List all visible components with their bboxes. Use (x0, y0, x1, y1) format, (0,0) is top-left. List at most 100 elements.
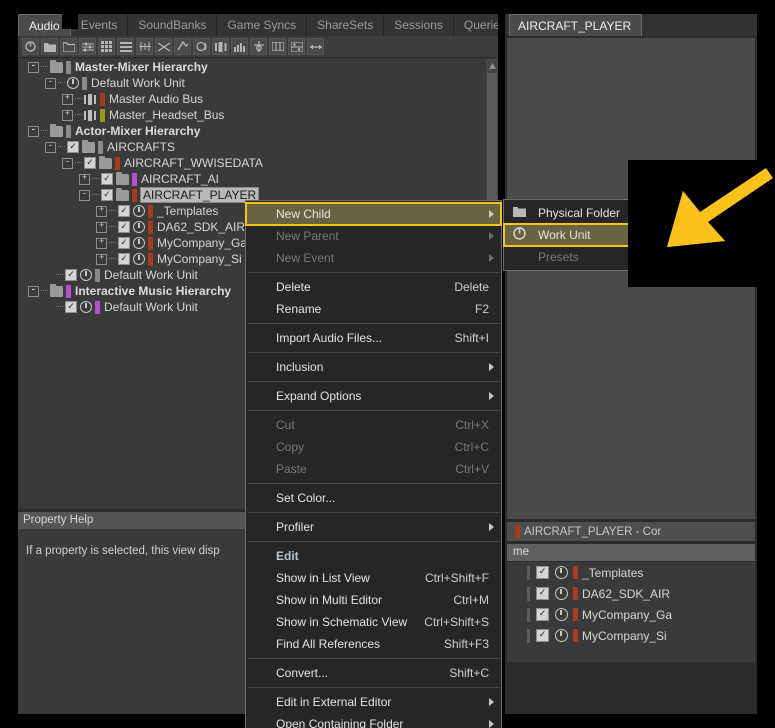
new-music-segment-icon[interactable] (269, 38, 286, 55)
contents-row-checkbox[interactable]: ✓ (536, 629, 549, 642)
tab-events[interactable]: Events (70, 14, 129, 36)
menu-item-delete[interactable]: Delete Delete (246, 276, 501, 298)
expand-icon[interactable]: + (62, 93, 73, 105)
contents-row-label: MyCompany_Ga (582, 607, 673, 622)
work-unit-icon (513, 227, 526, 243)
tree-row-checkbox[interactable]: ✓ (118, 237, 130, 249)
new-folder-icon[interactable] (41, 38, 58, 55)
tree-row-label: Default Work Unit (104, 268, 198, 282)
menu-item-convert[interactable]: Convert... Shift+C (246, 662, 501, 684)
menu-item-open-containing-folder[interactable]: Open Containing Folder (246, 713, 501, 728)
collapse-icon[interactable]: - (45, 77, 56, 89)
tree-row[interactable]: + Master Audio Bus (20, 91, 486, 107)
new-aux-bus-icon[interactable] (231, 38, 248, 55)
tree-row-checkbox[interactable]: ✓ (84, 157, 96, 169)
submenu-arrow-icon (489, 210, 494, 218)
menu-separator (248, 410, 499, 411)
contents-row[interactable]: ✓ MyCompany_Ga (507, 604, 755, 625)
tree-row-label: Master_Headset_Bus (109, 108, 225, 122)
new-work-unit-icon[interactable] (22, 38, 39, 55)
contents-row-checkbox[interactable]: ✓ (536, 566, 549, 579)
menu-item-find-all-references[interactable]: Find All References Shift+F3 (246, 633, 501, 655)
menu-item-inclusion[interactable]: Inclusion (246, 356, 501, 378)
new-blend-container-icon[interactable] (98, 38, 115, 55)
contents-row-checkbox[interactable]: ✓ (536, 587, 549, 600)
menu-item-expand-options[interactable]: Expand Options (246, 385, 501, 407)
expand-icon[interactable]: + (96, 253, 107, 265)
tree-row[interactable]: + ✓ AIRCRAFT_AI (20, 171, 486, 187)
tree-row-checkbox[interactable]: ✓ (65, 269, 77, 281)
new-sequence-container-icon[interactable] (155, 38, 172, 55)
menu-item-shortcut: F2 (474, 302, 489, 316)
tree-row-checkbox[interactable]: ✓ (65, 301, 77, 313)
contents-row[interactable]: ✓ _Templates (507, 562, 755, 583)
color-swatch (100, 108, 105, 122)
tree-row[interactable]: - Default Work Unit (20, 75, 486, 91)
tree-row[interactable]: - ✓ AIRCRAFT_WWISEDATA (20, 155, 486, 171)
tab-game-syncs[interactable]: Game Syncs (217, 14, 308, 36)
tree-row[interactable]: - ✓ AIRCRAFTS (20, 139, 486, 155)
menu-item-show-in-list-view[interactable]: Show in List View Ctrl+Shift+F (246, 567, 501, 589)
new-random-container-icon[interactable] (117, 38, 134, 55)
contents-row-checkbox[interactable]: ✓ (536, 608, 549, 621)
menu-item-edit[interactable]: Edit (246, 545, 501, 567)
new-motion-bus-icon[interactable] (250, 38, 267, 55)
expand-icon[interactable]: + (96, 237, 107, 249)
tab-sessions[interactable]: Sessions (384, 14, 454, 36)
menu-item-show-in-multi-editor[interactable]: Show in Multi Editor Ctrl+M (246, 589, 501, 611)
menu-separator (248, 541, 499, 542)
expand-icon[interactable]: + (62, 109, 73, 121)
new-virtual-folder-icon[interactable] (60, 38, 77, 55)
property-help-text: If a property is selected, this view dis… (26, 545, 220, 557)
contents-row[interactable]: ✓ DA62_SDK_AIR (507, 583, 755, 604)
menu-item-profiler[interactable]: Profiler (246, 516, 501, 538)
collapse-icon[interactable]: - (79, 189, 90, 201)
collapse-icon[interactable]: - (28, 125, 39, 137)
new-audio-bus-icon[interactable] (212, 38, 229, 55)
new-sound-sfx-icon[interactable] (174, 38, 191, 55)
tab-aircraft-player[interactable]: AIRCRAFT_PLAYER (509, 14, 643, 36)
color-swatch (573, 587, 578, 600)
new-music-track-icon[interactable] (288, 38, 305, 55)
tree-row[interactable]: - Master-Mixer Hierarchy (20, 59, 486, 75)
new-music-switch-icon[interactable] (307, 38, 324, 55)
tab-soundbanks[interactable]: SoundBanks (128, 14, 218, 36)
contents-list[interactable]: ✓ _Templates ✓ DA62_SDK_AIR ✓ MyCompany_Ga ✓ My… (507, 562, 755, 662)
menu-item-show-in-schematic-view[interactable]: Show in Schematic View Ctrl+Shift+S (246, 611, 501, 633)
menu-item-set-color[interactable]: Set Color... (246, 487, 501, 509)
menu-item-label: New Child (276, 207, 331, 221)
tree-row-checkbox[interactable]: ✓ (101, 173, 113, 185)
tree-row[interactable]: + Master_Headset_Bus (20, 107, 486, 123)
menu-item-label: Set Color... (276, 491, 336, 505)
collapse-icon[interactable]: - (28, 285, 39, 297)
tree-row-checkbox[interactable]: ✓ (67, 141, 79, 153)
color-swatch (115, 156, 120, 170)
collapse-icon[interactable]: - (62, 157, 73, 169)
tree-row[interactable]: - Actor-Mixer Hierarchy (20, 123, 486, 139)
color-swatch (573, 629, 578, 642)
menu-item-import-audio-files[interactable]: Import Audio Files... Shift+I (246, 327, 501, 349)
submenu-arrow-icon (489, 392, 494, 400)
expand-icon[interactable]: + (79, 173, 90, 185)
work-unit-icon (133, 253, 145, 265)
menu-item-edit-in-external-editor[interactable]: Edit in External Editor (246, 691, 501, 713)
tree-row-label: MyCompany_Ga (157, 236, 248, 250)
contents-row[interactable]: ✓ MyCompany_Si (507, 625, 755, 646)
tree-row-checkbox[interactable]: ✓ (118, 205, 130, 217)
menu-item-rename[interactable]: Rename F2 (246, 298, 501, 320)
scroll-up-icon[interactable] (487, 60, 497, 72)
tree-row-checkbox[interactable]: ✓ (118, 221, 130, 233)
bus-icon (84, 93, 97, 105)
tab-sharesets[interactable]: ShareSets (307, 14, 385, 36)
collapse-icon[interactable]: - (28, 61, 39, 73)
new-actor-mixer-icon[interactable] (79, 38, 96, 55)
tree-row-checkbox[interactable]: ✓ (118, 253, 130, 265)
menu-item-new-child[interactable]: New Child (245, 202, 502, 226)
expand-icon[interactable]: + (96, 205, 107, 217)
new-switch-container-icon[interactable] (136, 38, 153, 55)
expand-icon[interactable]: + (96, 221, 107, 233)
tree-row-checkbox[interactable]: ✓ (101, 189, 113, 201)
new-sound-voice-icon[interactable] (193, 38, 210, 55)
collapse-icon[interactable]: - (45, 141, 56, 153)
context-menu[interactable]: New Child New Parent New Event Delete Delete… (245, 200, 502, 728)
